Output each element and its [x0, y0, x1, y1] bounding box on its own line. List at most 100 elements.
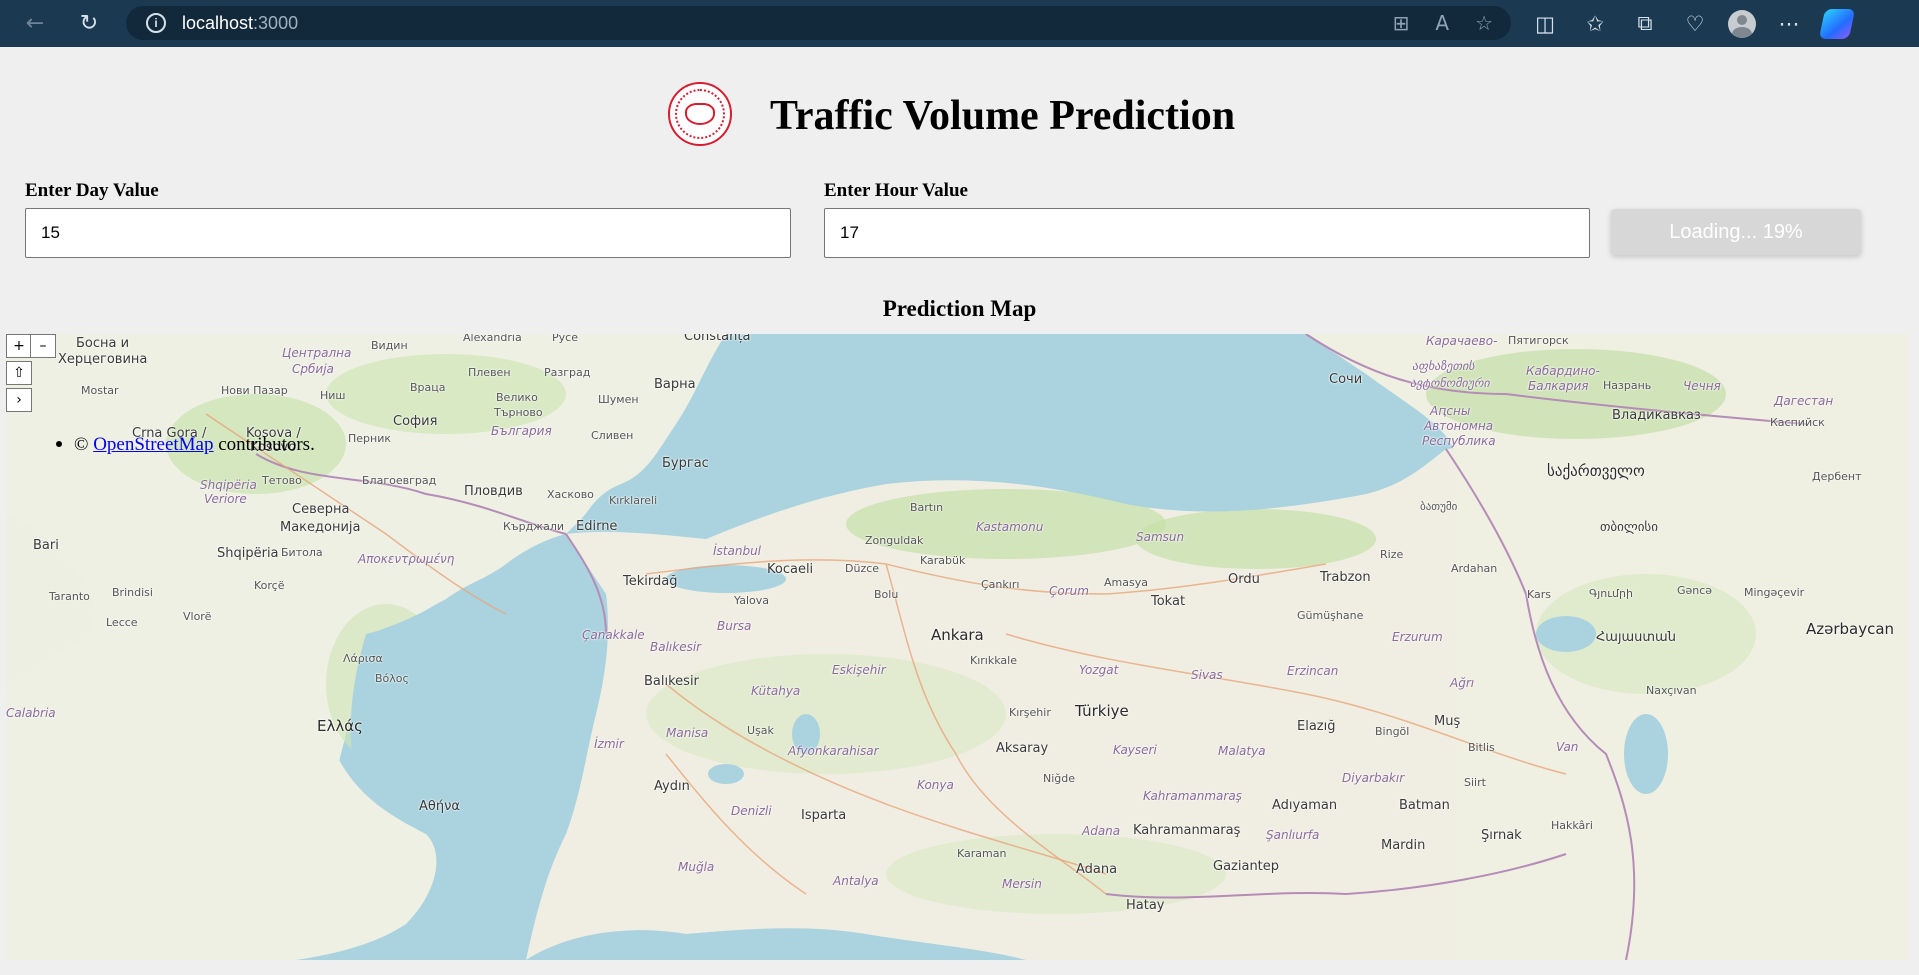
map-label-erzincan: Erzincan: [1287, 664, 1339, 678]
map-label-tetovo: Тетово: [262, 474, 302, 487]
profile-icon[interactable]: [1728, 9, 1756, 38]
map-label-edirne: Edirne: [576, 519, 618, 534]
map-label-ellas: Ελλάς: [317, 717, 363, 735]
map-label-ordu: Ordu: [1228, 572, 1260, 587]
map-label-bitola: Битола: [281, 546, 323, 559]
read-aloud-icon[interactable]: A: [1435, 11, 1449, 35]
map-label-centralna-srbija: Централна: [282, 346, 352, 360]
favorite-star-icon[interactable]: ☆: [1475, 11, 1493, 35]
map-label-antalya: Antalya: [833, 874, 879, 888]
map-label-corum: Çorum: [1049, 584, 1089, 598]
map-label-pernik: Перник: [348, 432, 392, 445]
map-label-ardahan: Ardahan: [1451, 562, 1498, 575]
map-label-turkiye: Türkiye: [1075, 702, 1129, 720]
map-label-karabuk: Karabük: [920, 554, 966, 567]
map-label-veliko: Велико: [496, 391, 538, 404]
day-input[interactable]: 15: [25, 208, 791, 258]
map-label-manisa: Manisa: [666, 726, 709, 740]
map-label-bartin: Bartın: [910, 501, 944, 514]
openstreetmap-link[interactable]: OpenStreetMap: [93, 434, 213, 455]
map-label-bosna: Босна и: [76, 336, 130, 351]
site-info-icon[interactable]: i: [146, 13, 166, 33]
logo: [668, 82, 732, 146]
map-label-duzce: Düzce: [845, 562, 880, 575]
hour-input[interactable]: 17: [824, 208, 1590, 258]
split-screen-icon[interactable]: ◫: [1528, 12, 1562, 36]
map-label-kars: Kars: [1527, 588, 1552, 601]
reset-view-button[interactable]: ⇧: [6, 361, 32, 385]
map-label-samsun: Samsun: [1136, 530, 1185, 544]
map-label-canakkale: Çanakkale: [582, 628, 645, 642]
back-icon[interactable]: ←: [17, 6, 53, 42]
map-label-nigde: Niğde: [1043, 772, 1076, 785]
map-label-constanta: Constanța: [684, 334, 751, 344]
map-label-mingecevir: Mingəçevir: [1744, 586, 1805, 599]
map-label-kabardino: Кабардино-: [1526, 364, 1600, 378]
apps-icon[interactable]: ⊞: [1393, 11, 1410, 35]
map-label-amasya: Amasya: [1104, 576, 1148, 589]
map-label-batman: Batman: [1399, 798, 1450, 813]
url-text[interactable]: localhost:3000: [182, 13, 298, 34]
map-label-nazran: Назрань: [1603, 379, 1652, 392]
map-label-shumen: Шумен: [598, 393, 639, 406]
prediction-map[interactable]: Босна и Херцеговина Централна Србија Видин Al…: [6, 334, 1908, 960]
map-label-respublika: Республика: [1422, 434, 1496, 448]
zoom-out-button[interactable]: –: [30, 334, 56, 358]
map-label-bolu: Bolu: [874, 588, 899, 601]
map-label-brindisi: Brindisi: [112, 586, 153, 599]
map-label-azarbaycan: Azərbaycan: [1806, 620, 1895, 638]
map-label-izmir: İzmir: [594, 737, 624, 751]
map-label-bitlis: Bitlis: [1468, 741, 1495, 754]
map-label-ganca: Gəncə: [1677, 584, 1713, 597]
collections-icon[interactable]: ⧉: [1628, 11, 1662, 36]
map-label-bulgaria: България: [491, 424, 552, 438]
map-label-kirsehir: Kırşehir: [1009, 706, 1051, 719]
map-label-korce: Korçë: [254, 579, 285, 592]
map-label-avtonomna: Автономна: [1424, 419, 1494, 433]
map-label-blagoevgrad: Благоевград: [362, 474, 437, 487]
map-label-calabria: Calabria: [6, 706, 56, 720]
map-label-gyumri: Գյումրի: [1589, 587, 1633, 600]
map-label-gaziantep: Gaziantep: [1213, 859, 1280, 874]
hour-label: Enter Hour Value: [824, 180, 968, 201]
map-label-trabzon: Trabzon: [1320, 570, 1371, 585]
map-label-dagestan: Дагестан: [1774, 394, 1834, 408]
map-label-bari: Bari: [33, 538, 59, 553]
browser-toolbar: ← ↻ i localhost:3000 ⊞ A ☆ ◫ ✩ ⧉ ♡ ⋯: [0, 0, 1919, 47]
map-label-razgrad: Разград: [544, 366, 591, 379]
map-label-agri: Ağrı: [1450, 676, 1475, 690]
browser-essentials-icon[interactable]: ♡: [1678, 12, 1712, 36]
map-label-malatya: Malatya: [1218, 744, 1266, 758]
map-label-van: Van: [1556, 740, 1579, 754]
map-label-hakkari: Hakkâri: [1551, 819, 1593, 832]
map-label-mardin: Mardin: [1381, 838, 1426, 853]
expand-button[interactable]: ›: [6, 388, 32, 412]
map-label-sakartvelo: საქართველო: [1547, 462, 1645, 480]
map-label-nakhchivan: Naxçıvan: [1646, 684, 1697, 697]
map-label-tokat: Tokat: [1151, 594, 1186, 609]
map-label-zonguldak: Zonguldak: [865, 534, 924, 547]
map-label-abkhazia: აფხაზეთის: [1412, 359, 1475, 373]
map-label-mostar: Mostar: [81, 384, 119, 397]
copilot-icon[interactable]: [1818, 8, 1856, 39]
map-label-plovdiv: Пловдив: [464, 484, 523, 499]
map-label-karachaevo: Карачаево-: [1426, 334, 1498, 348]
predict-button[interactable]: Loading... 19%: [1611, 209, 1861, 255]
reload-icon[interactable]: ↻: [71, 6, 107, 42]
page-header: Traffic Volume Prediction: [0, 80, 1919, 148]
map-label-adiyaman: Adıyaman: [1272, 798, 1338, 813]
map-label-vidin: Видин: [371, 339, 408, 352]
zoom-in-button[interactable]: +: [6, 334, 32, 358]
map-label-bingol: Bingöl: [1375, 725, 1410, 738]
map-label-pyatigorsk: Пятигорск: [1508, 334, 1569, 347]
map-label-afyonkarahisar: Afyonkarahisar: [788, 744, 879, 758]
address-bar[interactable]: i localhost:3000 ⊞ A ☆: [126, 6, 1511, 40]
map-label-sliven: Сливен: [591, 429, 634, 442]
map-label-hercegovina: Херцеговина: [58, 352, 148, 367]
map-label-sofia: София: [393, 414, 438, 429]
favorites-icon[interactable]: ✩: [1578, 12, 1612, 36]
map-label-tbilisi: თბილისი: [1600, 520, 1658, 535]
more-icon[interactable]: ⋯: [1772, 12, 1806, 36]
map-label-varna: Варна: [654, 377, 696, 392]
map-label-ruse: Русе: [552, 334, 578, 344]
